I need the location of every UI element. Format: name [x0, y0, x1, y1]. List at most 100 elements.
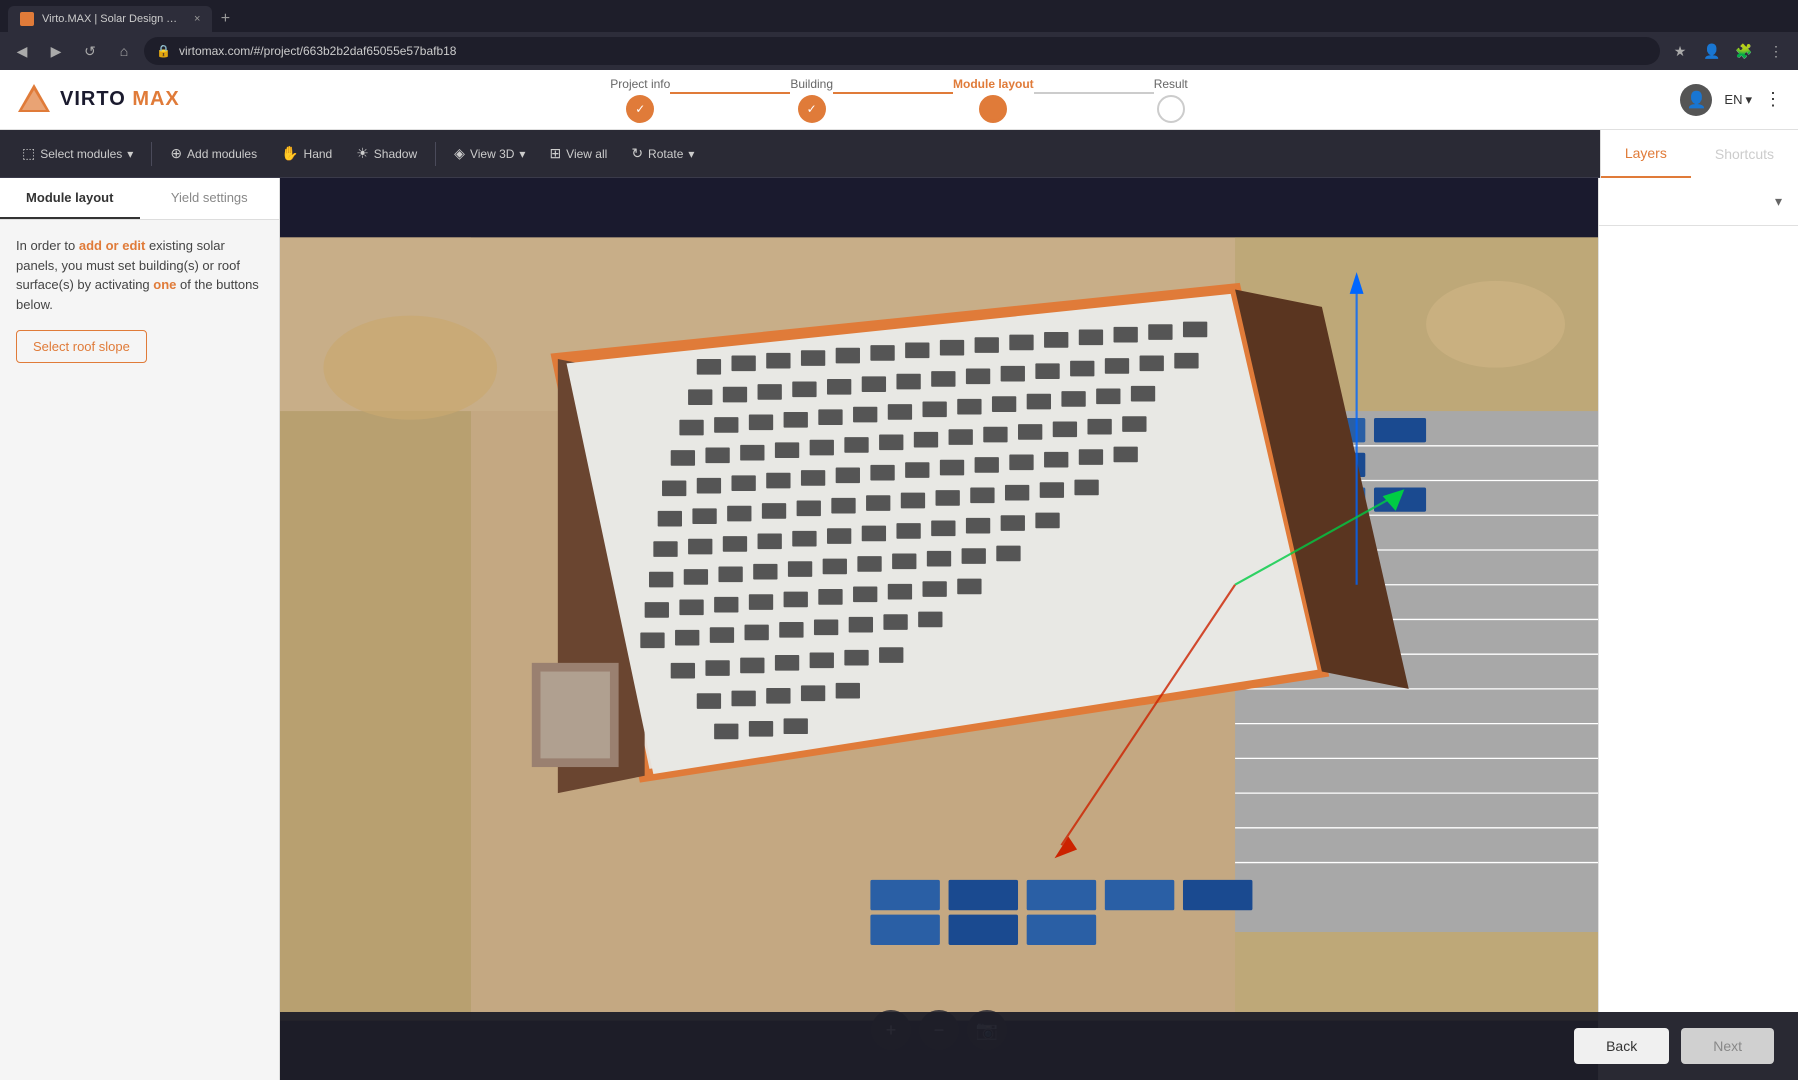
- select-modules-btn[interactable]: ⬚ Select modules ▾: [12, 140, 143, 167]
- panel-tabs: Module layout Yield settings: [0, 178, 279, 220]
- next-btn[interactable]: Next: [1681, 1028, 1774, 1064]
- view3d-btn[interactable]: ◈ View 3D ▾: [444, 140, 535, 167]
- step-project-info-circle: ✓: [626, 95, 654, 123]
- tab-favicon: [20, 12, 34, 26]
- rotate-icon: ↻: [631, 145, 643, 162]
- toolbar: ⬚ Select modules ▾ ⊕ Add modules ✋ Hand …: [0, 130, 1798, 178]
- step-project-info-label: Project info: [610, 77, 670, 91]
- back-btn[interactable]: Back: [1574, 1028, 1669, 1064]
- forward-nav-btn[interactable]: ▶: [42, 37, 70, 65]
- tab-title: Virto.MAX | Solar Design Tool: [42, 13, 182, 25]
- bookmark-btn[interactable]: ★: [1666, 37, 1694, 65]
- select-chevron: ▾: [127, 147, 133, 161]
- rotate-chevron: ▾: [688, 147, 694, 161]
- layers-chevron[interactable]: ▾: [1775, 193, 1782, 210]
- profile-btn[interactable]: 👤: [1698, 37, 1726, 65]
- lang-chevron: ▾: [1745, 92, 1752, 108]
- add-modules-btn[interactable]: ⊕ Add modules: [160, 140, 267, 167]
- select-roof-slope-btn[interactable]: Select roof slope: [16, 330, 147, 363]
- viewall-icon: ⊞: [549, 145, 561, 162]
- step-line-1: [670, 92, 790, 94]
- layers-panel-header: ▾: [1599, 178, 1798, 226]
- step-result[interactable]: Result: [1154, 77, 1188, 123]
- refresh-btn[interactable]: ↺: [76, 37, 104, 65]
- browser-tabs: Virto.MAX | Solar Design Tool × +: [0, 0, 1798, 32]
- active-tab[interactable]: Virto.MAX | Solar Design Tool ×: [8, 6, 212, 32]
- step-module-layout-circle: [979, 95, 1007, 123]
- header-more-btn[interactable]: ⋮: [1764, 89, 1782, 110]
- progress-bar: Project info ✓ Building ✓ Module layout …: [216, 77, 1582, 123]
- lang-selector[interactable]: EN ▾: [1724, 92, 1752, 108]
- layers-tab[interactable]: Layers: [1601, 130, 1691, 178]
- address-bar[interactable]: 🔒 virtomax.com/#/project/663b2b2daf65055…: [144, 37, 1660, 65]
- browser-chrome: Virto.MAX | Solar Design Tool × + ◀ ▶ ↺ …: [0, 0, 1798, 70]
- tab-close-btn[interactable]: ×: [194, 13, 200, 25]
- tab-yield-settings[interactable]: Yield settings: [140, 178, 280, 219]
- step-result-circle: [1157, 95, 1185, 123]
- shadow-btn[interactable]: ☀ Shadow: [346, 140, 427, 167]
- select-modules-label: Select modules: [40, 147, 122, 161]
- step-building-label: Building: [790, 77, 833, 91]
- step-building[interactable]: Building ✓: [790, 77, 833, 123]
- hand-btn[interactable]: ✋ Hand: [271, 140, 342, 167]
- right-panel: ▾: [1598, 178, 1798, 1080]
- back-nav-btn[interactable]: ◀: [8, 37, 36, 65]
- logo-text: VIRTO MAX: [60, 88, 180, 111]
- step-project-info[interactable]: Project info ✓: [610, 77, 670, 123]
- user-avatar-icon: 👤: [1686, 90, 1706, 110]
- add-modules-icon: ⊕: [170, 145, 182, 162]
- shortcuts-tab[interactable]: Shortcuts: [1691, 130, 1798, 178]
- toolbar-sep-1: [151, 142, 152, 166]
- step-module-layout-label: Module layout: [953, 77, 1034, 91]
- hand-label: Hand: [304, 147, 333, 161]
- logo-max: MAX: [132, 88, 179, 110]
- step-module-layout[interactable]: Module layout: [953, 77, 1034, 123]
- aerial-view-svg: [280, 178, 1598, 1080]
- app-header: VIRTO MAX Project info ✓ Building ✓ Modu…: [0, 70, 1798, 130]
- logo-icon: [16, 82, 52, 118]
- header-right: 👤 EN ▾ ⋮: [1582, 84, 1782, 116]
- rotate-label: Rotate: [648, 147, 683, 161]
- hand-icon: ✋: [281, 145, 298, 162]
- layers-shortcuts-tabs: Layers Shortcuts: [1600, 130, 1798, 178]
- rotate-btn[interactable]: ↻ Rotate ▾: [621, 140, 704, 167]
- shortcuts-tab-label: Shortcuts: [1715, 146, 1774, 162]
- step-line-3: [1034, 92, 1154, 94]
- browser-nav: ◀ ▶ ↺ ⌂ 🔒 virtomax.com/#/project/663b2b2…: [0, 32, 1798, 70]
- logo-area: VIRTO MAX: [16, 82, 216, 118]
- map-area[interactable]: + − 📷: [280, 178, 1598, 1080]
- main-content: Module layout Yield settings In order to…: [0, 178, 1798, 1080]
- toolbar-sep-2: [435, 142, 436, 166]
- new-tab-btn[interactable]: +: [212, 6, 238, 32]
- view3d-icon: ◈: [454, 145, 465, 162]
- highlight-one: one: [153, 277, 176, 292]
- viewall-btn[interactable]: ⊞ View all: [539, 140, 617, 167]
- instruction-text: In order to add or edit existing solar p…: [16, 236, 263, 314]
- ssl-icon: 🔒: [156, 44, 171, 58]
- browser-menu-btn[interactable]: ⋮: [1762, 37, 1790, 65]
- step-line-2: [833, 92, 953, 94]
- browser-extra-icons: ★ 👤 🧩 ⋮: [1666, 37, 1790, 65]
- view3d-chevron: ▾: [519, 147, 525, 161]
- select-icon: ⬚: [22, 145, 35, 162]
- home-btn[interactable]: ⌂: [110, 37, 138, 65]
- logo-virto: VIRTO: [60, 88, 126, 110]
- viewall-label: View all: [566, 147, 607, 161]
- url-text: virtomax.com/#/project/663b2b2daf65055e5…: [179, 44, 457, 58]
- shadow-icon: ☀: [356, 145, 369, 162]
- layers-tab-label: Layers: [1625, 145, 1667, 161]
- tab-yield-settings-label: Yield settings: [171, 190, 248, 205]
- lang-text: EN: [1724, 92, 1742, 107]
- add-modules-label: Add modules: [187, 147, 257, 161]
- user-avatar[interactable]: 👤: [1680, 84, 1712, 116]
- progress-steps: Project info ✓ Building ✓ Module layout …: [610, 77, 1187, 123]
- tab-module-layout[interactable]: Module layout: [0, 178, 140, 219]
- shadow-label: Shadow: [374, 147, 417, 161]
- panel-body: In order to add or edit existing solar p…: [0, 220, 279, 379]
- step-result-label: Result: [1154, 77, 1188, 91]
- view3d-label: View 3D: [470, 147, 514, 161]
- extensions-btn[interactable]: 🧩: [1730, 37, 1758, 65]
- tab-module-layout-label: Module layout: [26, 190, 113, 205]
- step-building-circle: ✓: [798, 95, 826, 123]
- highlight-add-edit: add or edit: [79, 238, 145, 253]
